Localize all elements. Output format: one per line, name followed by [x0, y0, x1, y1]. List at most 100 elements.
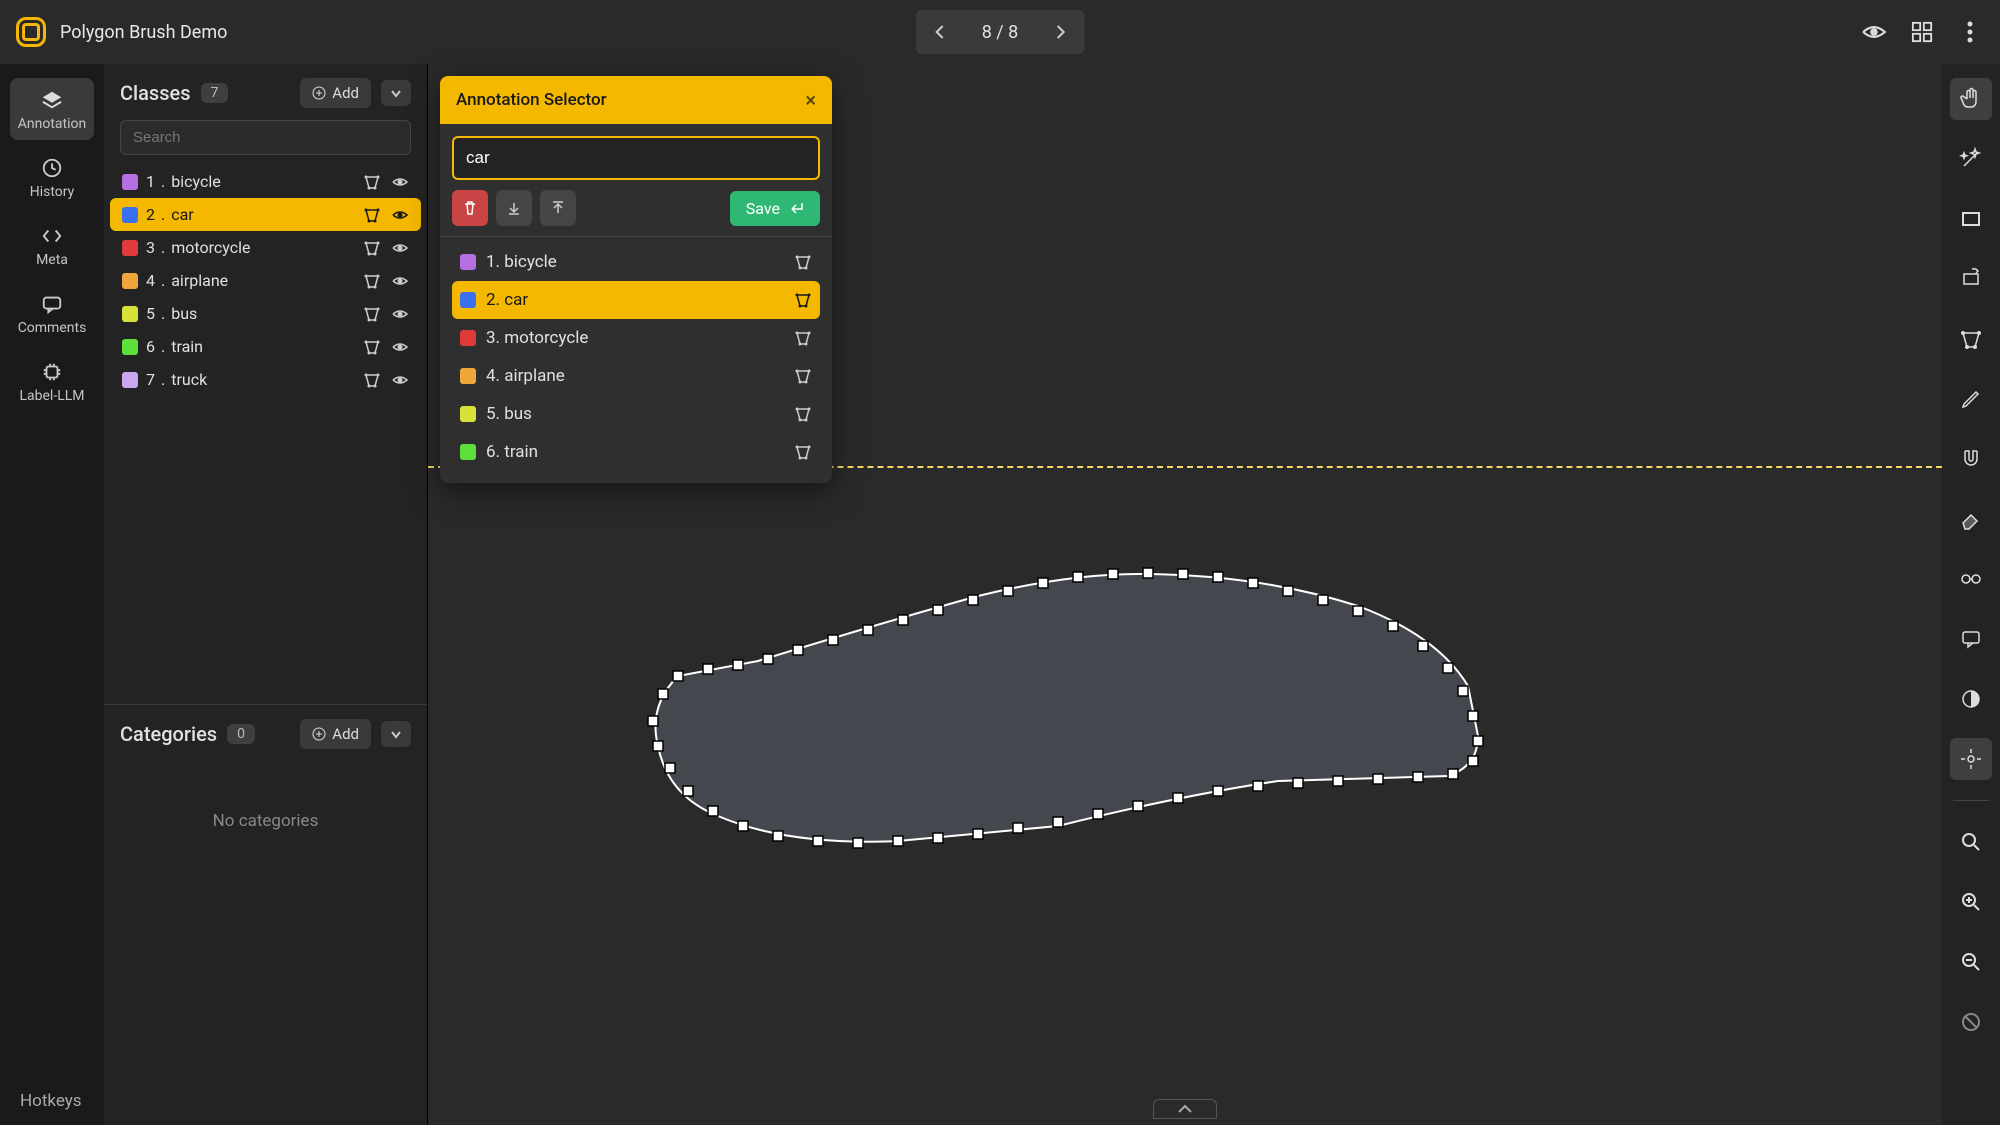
polygon-handle[interactable] [1293, 778, 1303, 788]
save-button[interactable]: Save [730, 191, 820, 226]
move-up-button[interactable] [540, 190, 576, 226]
tool-pen[interactable] [1950, 378, 1992, 420]
polygon-handle[interactable] [1003, 586, 1013, 596]
polygon-handle[interactable] [1388, 621, 1398, 631]
polygon-handle[interactable] [813, 836, 823, 846]
polygon-handle[interactable] [828, 635, 838, 645]
tool-rotate-rect[interactable] [1950, 258, 1992, 300]
tool-focus[interactable] [1950, 738, 1992, 780]
class-row-motorcycle[interactable]: 3 . motorcycle [110, 231, 421, 264]
tool-rect[interactable] [1950, 198, 1992, 240]
tool-hand[interactable] [1950, 78, 1992, 120]
visibility-toggle[interactable] [1860, 18, 1888, 46]
polygon-handle[interactable] [773, 831, 783, 841]
eye-icon[interactable] [391, 239, 409, 257]
tool-zoom-in[interactable] [1950, 881, 1992, 923]
next-button[interactable] [1038, 14, 1080, 50]
polygon-handle[interactable] [1013, 823, 1023, 833]
polygon-handle[interactable] [968, 595, 978, 605]
polygon-handle[interactable] [1333, 776, 1343, 786]
selector-item-car[interactable]: 2. car [452, 281, 820, 319]
move-down-button[interactable] [496, 190, 532, 226]
polygon-handle[interactable] [1318, 595, 1328, 605]
polygon-icon[interactable] [363, 239, 381, 257]
class-row-airplane[interactable]: 4 . airplane [110, 264, 421, 297]
polygon-icon[interactable] [363, 206, 381, 224]
polygon-handle[interactable] [738, 821, 748, 831]
polygon-handle[interactable] [893, 836, 903, 846]
polygon-handle[interactable] [1143, 568, 1153, 578]
polygon-icon[interactable] [363, 173, 381, 191]
tool-wand[interactable] [1950, 138, 1992, 180]
polygon-handle[interactable] [1108, 569, 1118, 579]
selector-item-bicycle[interactable]: 1. bicycle [452, 243, 820, 281]
tool-magnet[interactable] [1950, 438, 1992, 480]
class-row-truck[interactable]: 7 . truck [110, 363, 421, 396]
eye-icon[interactable] [391, 338, 409, 356]
polygon-handle[interactable] [703, 664, 713, 674]
polygon-handle[interactable] [853, 838, 863, 848]
grid-view-button[interactable] [1908, 18, 1936, 46]
tool-polygon[interactable] [1950, 318, 1992, 360]
polygon-handle[interactable] [1373, 774, 1383, 784]
selector-close-button[interactable]: × [805, 88, 816, 112]
polygon-handle[interactable] [648, 716, 658, 726]
delete-annotation-button[interactable] [452, 190, 488, 226]
polygon-icon[interactable] [363, 272, 381, 290]
polygon-handle[interactable] [673, 671, 683, 681]
eye-icon[interactable] [391, 305, 409, 323]
prev-button[interactable] [920, 14, 962, 50]
polygon-icon[interactable] [363, 338, 381, 356]
polygon-handle[interactable] [1038, 578, 1048, 588]
class-row-train[interactable]: 6 . train [110, 330, 421, 363]
eye-icon[interactable] [391, 272, 409, 290]
polygon-handle[interactable] [1283, 586, 1293, 596]
polygon-handle[interactable] [1353, 606, 1363, 616]
polygon-handle[interactable] [1133, 801, 1143, 811]
class-row-bus[interactable]: 5 . bus [110, 297, 421, 330]
polygon-handle[interactable] [1253, 781, 1263, 791]
polygon-handle[interactable] [658, 689, 668, 699]
polygon-handle[interactable] [708, 806, 718, 816]
polygon-handle[interactable] [863, 625, 873, 635]
tool-disabled[interactable] [1950, 1001, 1992, 1043]
polygon-handle[interactable] [1248, 578, 1258, 588]
bottom-drawer-handle[interactable] [1153, 1099, 1217, 1119]
polygon-handle[interactable] [1093, 809, 1103, 819]
selector-item-airplane[interactable]: 4. airplane [452, 357, 820, 395]
eye-icon[interactable] [391, 371, 409, 389]
more-menu-button[interactable] [1956, 18, 1984, 46]
polygon-handle[interactable] [1053, 817, 1063, 827]
polygon-handle[interactable] [763, 654, 773, 664]
polygon-handle[interactable] [665, 763, 675, 773]
polygon-handle[interactable] [1073, 572, 1083, 582]
class-search-input[interactable] [120, 120, 411, 155]
polygon-handle[interactable] [933, 605, 943, 615]
eye-icon[interactable] [391, 206, 409, 224]
rail-annotation[interactable]: Annotation [10, 78, 94, 140]
rail-comments[interactable]: Comments [10, 282, 94, 344]
tool-comment[interactable] [1950, 618, 1992, 660]
polygon-handle[interactable] [898, 615, 908, 625]
polygon-handle[interactable] [1458, 686, 1468, 696]
polygon-handle[interactable] [1213, 786, 1223, 796]
add-class-button[interactable]: Add [300, 78, 371, 108]
polygon-handle[interactable] [1418, 641, 1428, 651]
polygon-handle[interactable] [973, 829, 983, 839]
polygon-handle[interactable] [1213, 572, 1223, 582]
tool-search[interactable] [1950, 821, 1992, 863]
rail-label-llm[interactable]: Label-LLM [10, 350, 94, 412]
polygon-handle[interactable] [653, 741, 663, 751]
add-category-button[interactable]: Add [300, 719, 371, 749]
polygon-handle[interactable] [1468, 756, 1478, 766]
eye-icon[interactable] [391, 173, 409, 191]
tool-contrast[interactable] [1950, 678, 1992, 720]
polygon-handle[interactable] [1468, 711, 1478, 721]
hotkeys-link[interactable]: Hotkeys [20, 1091, 82, 1111]
polygon-handle[interactable] [793, 645, 803, 655]
selector-item-bus[interactable]: 5. bus [452, 395, 820, 433]
polygon-icon[interactable] [363, 371, 381, 389]
categories-expand-button[interactable] [381, 721, 411, 747]
polygon-handle[interactable] [1473, 736, 1483, 746]
polygon-handle[interactable] [1173, 793, 1183, 803]
